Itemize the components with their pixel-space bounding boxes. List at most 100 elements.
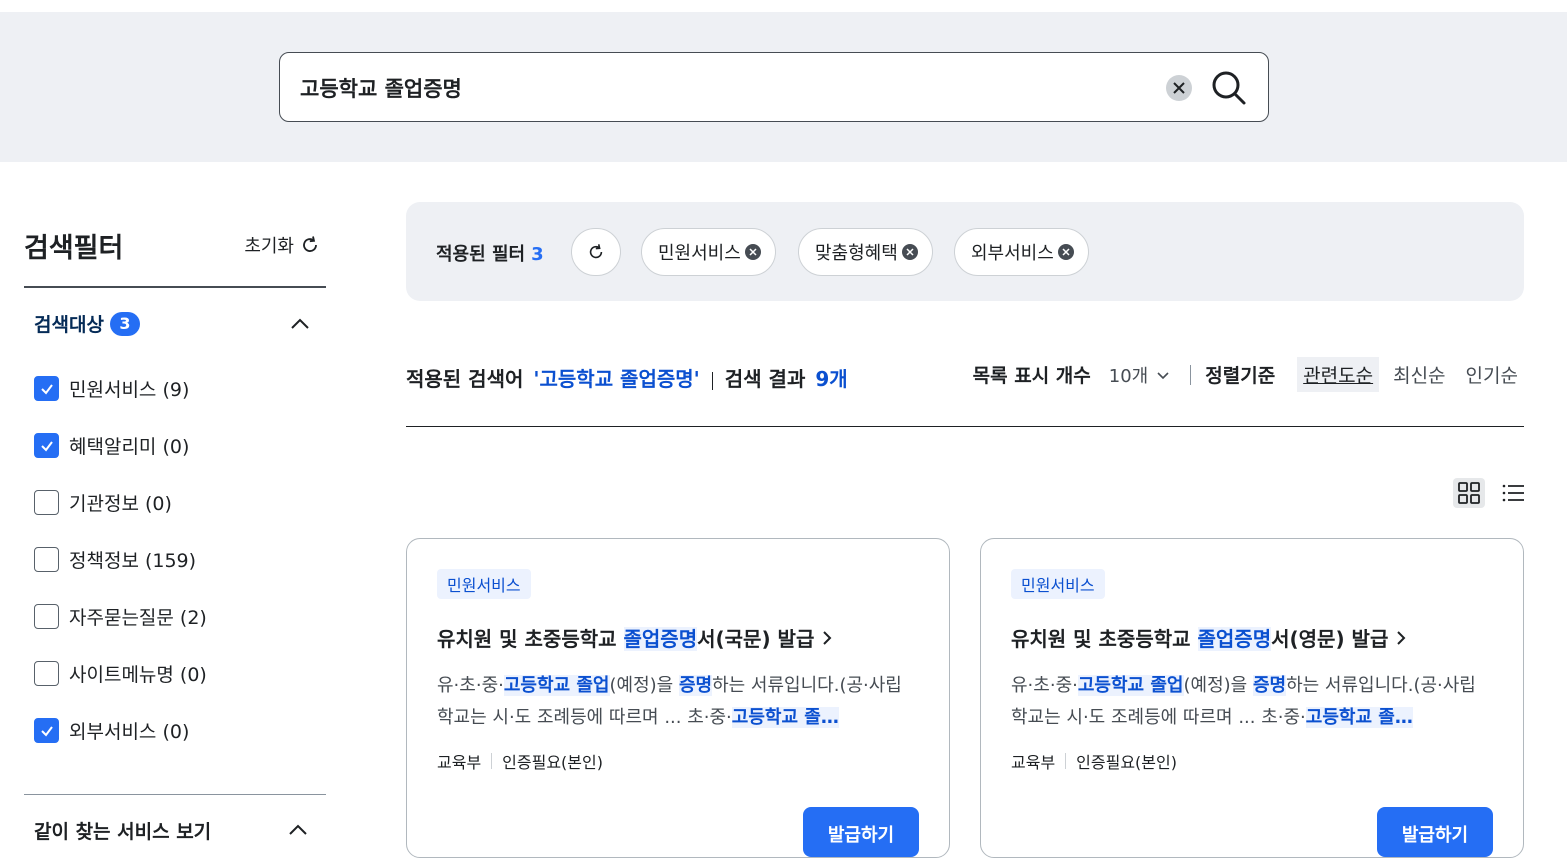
clear-search-button[interactable] (1166, 75, 1192, 101)
chip-label: 맞춤형혜택 (815, 243, 898, 264)
checkbox[interactable] (34, 547, 59, 572)
checkbox-item[interactable]: 정책정보 (159) (24, 531, 326, 588)
checkbox-item[interactable]: 사이트메뉴명 (0) (24, 645, 326, 702)
view-toggle (1453, 478, 1529, 508)
close-icon (1173, 82, 1185, 94)
checkbox-item[interactable]: 기관정보 (0) (24, 474, 326, 531)
result-card: 민원서비스 유치원 및 초중등학교 졸업증명서(국문) 발급 유·초·중·고등학… (406, 538, 950, 858)
list-controls: 목록 표시 개수 10개 정렬기준 관련도순 최신순 인기순 (973, 357, 1524, 392)
checkbox-label: 외부서비스 (0) (69, 721, 190, 743)
sidebar-header: 검색필터 초기화 (24, 202, 326, 288)
desc-highlight: 고등학교 졸업 (503, 675, 610, 696)
list-view-button[interactable] (1497, 478, 1529, 508)
card-meta: 교육부 인증필요(본인) (437, 749, 603, 773)
check-icon (40, 440, 53, 452)
applied-filter-label: 적용된 필터 3 (436, 240, 544, 266)
search-box (279, 52, 1269, 122)
desc-highlight: 증명 (678, 675, 713, 696)
section-count-badge: 3 (109, 311, 140, 336)
sort-label: 정렬기준 (1205, 365, 1276, 387)
auth-requirement: 인증필요(본인) (1076, 753, 1177, 772)
category-badge: 민원서비스 (1011, 569, 1105, 599)
card-description: 유·초·중·고등학교 졸업(예정)을 증명하는 서류입니다.(공·사립학교는 시… (1011, 670, 1491, 734)
desc-highlight: 고등학교 졸… (1305, 707, 1413, 728)
search-icon (1212, 71, 1246, 105)
result-card: 민원서비스 유치원 및 초중등학교 졸업증명서(영문) 발급 유·초·중·고등학… (980, 538, 1524, 858)
result-label: 검색 결과 (724, 367, 806, 391)
perpage-select[interactable]: 10개 (1109, 362, 1172, 388)
chevron-up-icon[interactable] (288, 312, 312, 336)
reset-filters-button[interactable]: 초기화 (244, 232, 320, 258)
sort-relevance[interactable]: 관련도순 (1297, 357, 1380, 392)
sort-popular[interactable]: 인기순 (1460, 357, 1524, 392)
checkbox-label: 혜택알리미 (0) (69, 436, 190, 458)
applied-filter-bar: 적용된 필터 3 민원서비스 맞춤형혜택 외부서비스 (406, 202, 1524, 301)
remove-chip-icon[interactable] (1057, 244, 1074, 260)
divider (1190, 364, 1192, 385)
issue-button[interactable]: 발급하기 (803, 807, 919, 857)
search-target-section-header[interactable]: 검색대상 3 (24, 288, 326, 360)
chevron-right-icon (823, 630, 832, 645)
auth-requirement: 인증필요(본인) (502, 753, 603, 772)
remove-chip-icon[interactable] (744, 244, 761, 260)
chevron-right-icon (1397, 630, 1406, 645)
search-button[interactable] (1210, 69, 1248, 107)
card-meta: 교육부 인증필요(본인) (1011, 749, 1177, 773)
filter-chip-external-service[interactable]: 외부서비스 (954, 228, 1089, 276)
title-text: 서(국문) 발급 (697, 627, 815, 651)
checkbox[interactable] (34, 433, 59, 458)
title-text: 서(영문) 발급 (1271, 627, 1389, 651)
checkbox-item[interactable]: 외부서비스 (0) (24, 702, 326, 759)
title-text: 유치원 및 초중등학교 (1011, 627, 1198, 651)
desc-text: (예정)을 (609, 675, 679, 696)
related-services-title[interactable]: 같이 찾는 서비스 보기 (34, 817, 211, 844)
checkbox[interactable] (34, 376, 59, 401)
applied-filter-text: 적용된 필터 (436, 244, 526, 265)
reset-label: 초기화 (244, 236, 294, 257)
checkbox-label: 기관정보 (0) (69, 493, 172, 515)
filter-chip-civil-service[interactable]: 민원서비스 (641, 228, 776, 276)
section-title: 검색대상 (34, 314, 104, 336)
checkbox-item[interactable]: 혜택알리미 (0) (24, 417, 326, 474)
sidebar-title: 검색필터 (24, 233, 124, 264)
org-name: 교육부 (437, 753, 482, 772)
checkbox-item[interactable]: 민원서비스 (9) (24, 360, 326, 417)
checkbox-item[interactable]: 자주묻는질문 (2) (24, 588, 326, 645)
filter-reset-button[interactable] (571, 228, 621, 276)
chevron-up-icon[interactable] (286, 818, 310, 842)
issue-button[interactable]: 발급하기 (1377, 807, 1493, 857)
desc-highlight: 증명 (1252, 675, 1287, 696)
chevron-down-icon (1157, 371, 1169, 379)
check-icon (40, 725, 53, 737)
perpage-value: 10개 (1108, 365, 1149, 387)
sort-latest[interactable]: 최신순 (1387, 357, 1451, 392)
checkbox[interactable] (34, 661, 59, 686)
title-text: 유치원 및 초중등학교 (437, 627, 624, 651)
applied-query: '고등학교 졸업증명' (533, 367, 700, 391)
checkbox[interactable] (34, 718, 59, 743)
result-header: 적용된 검색어 '고등학교 졸업증명' 검색 결과 9개 목록 표시 개수 10개 정… (406, 355, 1524, 427)
desc-text: 유·초·중· (437, 675, 504, 696)
remove-chip-icon[interactable] (901, 244, 918, 260)
checkbox-label: 사이트메뉴명 (0) (69, 664, 207, 686)
checkbox-label: 자주묻는질문 (2) (69, 607, 207, 629)
checkbox[interactable] (34, 490, 59, 515)
filter-chip-custom-benefit[interactable]: 맞춤형혜택 (798, 228, 933, 276)
search-input[interactable] (300, 71, 1140, 105)
org-name: 교육부 (1011, 753, 1056, 772)
divider (491, 753, 493, 769)
list-icon (1502, 484, 1524, 502)
applied-filter-count: 3 (531, 244, 544, 265)
card-title-link[interactable]: 유치원 및 초중등학교 졸업증명서(국문) 발급 (437, 623, 836, 652)
card-description: 유·초·중·고등학교 졸업(예정)을 증명하는 서류입니다.(공·사립학교는 시… (437, 670, 917, 734)
applied-query-label: 적용된 검색어 (406, 367, 524, 391)
search-filter-sidebar: 검색필터 초기화 검색대상 3 민원서비스 (9) 혜택알리미 (0) 기관정보 (… (24, 202, 326, 759)
grid-view-button[interactable] (1453, 478, 1485, 508)
checkbox-label: 정책정보 (159) (69, 550, 197, 572)
desc-highlight: 고등학교 졸… (731, 707, 839, 728)
card-title-link[interactable]: 유치원 및 초중등학교 졸업증명서(영문) 발급 (1011, 623, 1410, 652)
checkbox[interactable] (34, 604, 59, 629)
desc-text: 유·초·중· (1011, 675, 1078, 696)
desc-text: (예정)을 (1183, 675, 1253, 696)
title-highlight: 졸업증명 (623, 627, 698, 651)
